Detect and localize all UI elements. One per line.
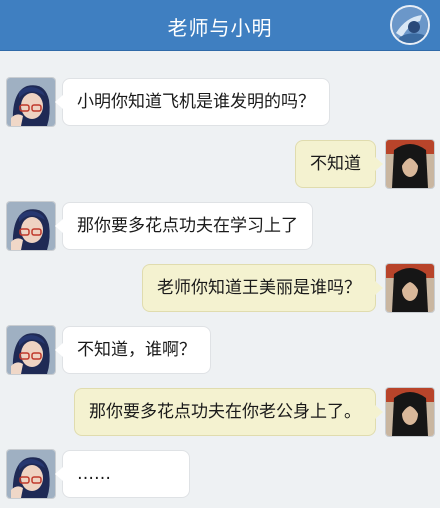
chat-title: 老师与小明	[167, 16, 273, 40]
chat-header: 老师与小明	[0, 0, 440, 51]
message-bubble: 小明你知道飞机是谁发明的吗？	[55, 78, 330, 126]
message-bubble: 那你要多花点功夫在你老公身上了。	[74, 388, 383, 436]
message-bubble: 老师你知道王美丽是谁吗？	[142, 264, 383, 312]
student-avatar[interactable]	[386, 388, 434, 436]
message-bubble: 不知道，谁啊？	[55, 326, 211, 374]
teacher-avatar[interactable]	[7, 202, 55, 250]
message-bubble: ……	[55, 450, 190, 498]
teacher-avatar[interactable]	[7, 326, 55, 374]
message-bubble: 那你要多花点功夫在学习上了	[55, 202, 313, 250]
student-avatar[interactable]	[386, 140, 434, 188]
student-avatar[interactable]	[386, 264, 434, 312]
profile-avatar-icon[interactable]	[390, 5, 430, 45]
teacher-avatar[interactable]	[7, 78, 55, 126]
message-bubble: 不知道	[295, 140, 383, 188]
teacher-avatar[interactable]	[7, 450, 55, 498]
